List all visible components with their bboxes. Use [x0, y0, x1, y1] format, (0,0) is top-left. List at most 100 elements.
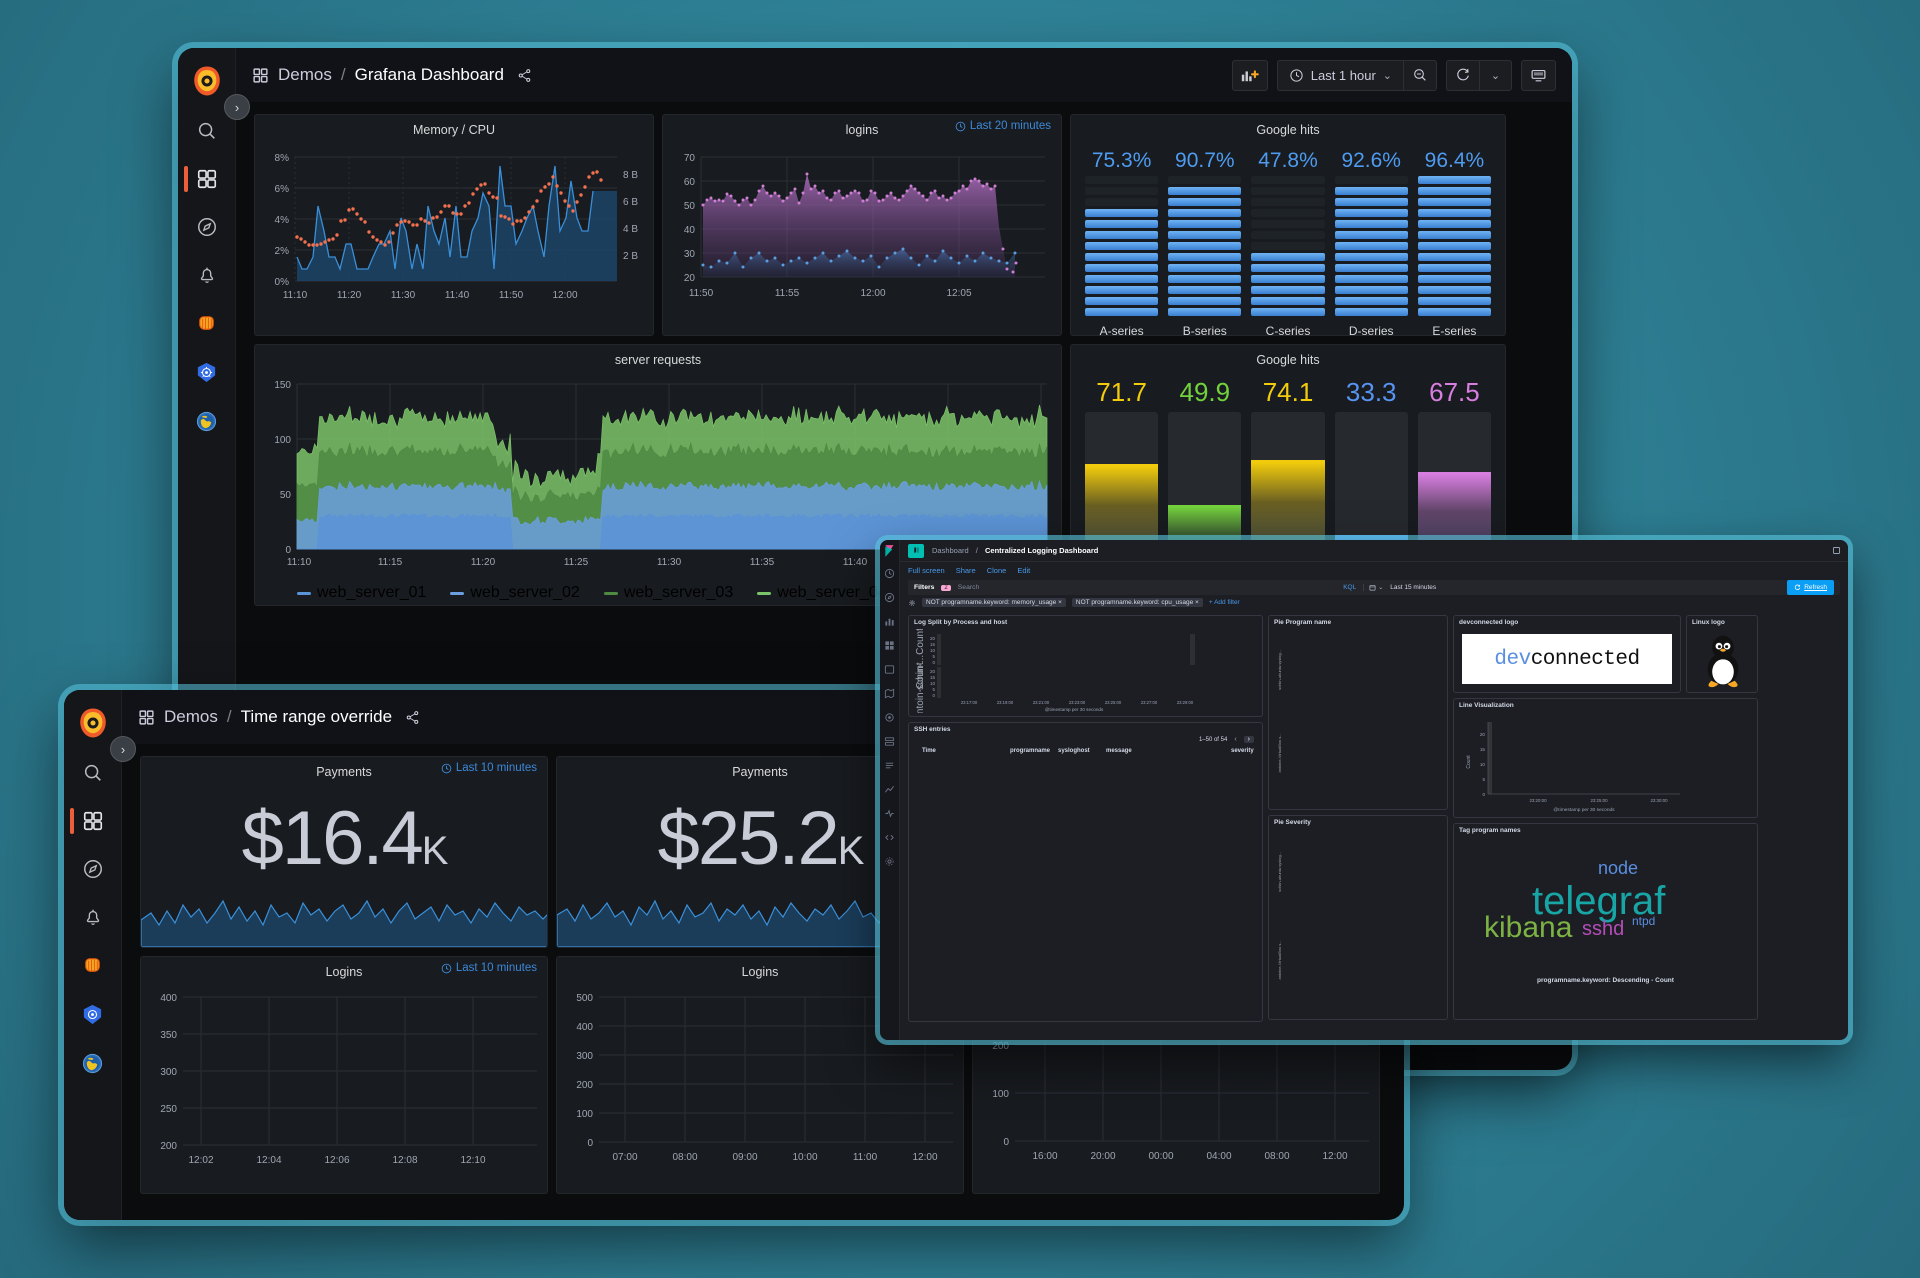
bar-gauge-cell	[1168, 253, 1242, 261]
refresh-button[interactable]	[1446, 59, 1479, 91]
discover-icon[interactable]	[884, 592, 895, 603]
kibana-panel-log-split[interactable]: Log Split by Process and host schin-...C…	[908, 615, 1263, 720]
kibana-panel-tag-cloud[interactable]: Tag program names telegraf kibana node s…	[1453, 823, 1758, 1020]
dashboard-icon[interactable]	[884, 640, 895, 651]
tv-mode-button[interactable]	[1521, 59, 1556, 91]
breadcrumb-folder[interactable]: Demos	[278, 65, 332, 85]
link-clone[interactable]: Clone	[987, 566, 1007, 575]
sidebar-item-explore[interactable]	[64, 858, 121, 880]
panel-logins[interactable]: logins Last 20 minutes 70 60 50 40 30 20	[662, 114, 1062, 336]
tag-kibana[interactable]: kibana	[1484, 913, 1572, 943]
column-header-sysloghost[interactable]: sysloghost	[1055, 746, 1103, 756]
time-range-button[interactable]: Last 1 hour ⌄	[1276, 59, 1403, 91]
query-language-button[interactable]: KQL	[1343, 584, 1356, 591]
add-panel-button[interactable]	[1231, 59, 1268, 91]
legend-item[interactable]: web_server_01	[297, 584, 426, 602]
sidebar-item-globe-plugin[interactable]	[178, 410, 235, 433]
panel-memory-cpu[interactable]: Memory / CPU 8% 6% 4% 2% 0% 8 B 6 B 4 B …	[254, 114, 654, 336]
sidebar-item-dashboards[interactable]	[64, 810, 121, 832]
column-header-severity[interactable]: severity	[1228, 746, 1262, 756]
chevron-right-icon[interactable]: ›	[1243, 736, 1254, 743]
bar-gauge-column[interactable]: 90.7% B-series	[1168, 149, 1242, 335]
sidebar-item-search[interactable]	[178, 120, 235, 142]
refresh-button[interactable]: Refresh	[1787, 580, 1834, 595]
filter-pill-label: NOT programname.keyword: memory_usage	[926, 599, 1057, 606]
sidebar-expand-button[interactable]: ›	[110, 736, 136, 762]
maximize-icon[interactable]	[1832, 546, 1841, 555]
sidebar-item-search[interactable]	[64, 762, 121, 784]
share-icon[interactable]	[517, 68, 532, 83]
logs-icon[interactable]	[884, 760, 895, 771]
breadcrumb-dashboard[interactable]: Grafana Dashboard	[355, 65, 504, 85]
search-input[interactable]: Search	[958, 584, 980, 591]
legend-item[interactable]: web_server_04	[757, 584, 887, 602]
y-tick: 0	[285, 545, 291, 556]
column-header-programname[interactable]: programname	[1007, 746, 1055, 756]
time-range-label[interactable]: Last 15 minutes	[1390, 584, 1436, 591]
breadcrumb: Demos / Grafana Dashboard	[252, 65, 532, 85]
column-header-time[interactable]: Time	[919, 746, 1007, 756]
bar-gauge-column[interactable]: 47.8% C-series	[1251, 149, 1325, 335]
close-icon[interactable]: ×	[1058, 599, 1062, 606]
apm-icon[interactable]	[884, 784, 895, 795]
visualize-icon[interactable]	[884, 616, 895, 627]
breadcrumb-dashboard[interactable]: Time range override	[241, 707, 393, 727]
sidebar-item-globe-plugin[interactable]	[64, 1052, 121, 1075]
sidebar-item-brain-plugin[interactable]	[64, 954, 121, 977]
tag-sshd[interactable]: sshd	[1582, 919, 1624, 939]
filter-pill[interactable]: NOT programname.keyword: cpu_usage ×	[1071, 598, 1203, 607]
zoom-out-button[interactable]	[1403, 59, 1437, 91]
kibana-panel-pie-program-name[interactable]: Pie Program name schkn-ubuntu:syslog... …	[1268, 615, 1448, 810]
breadcrumb-folder[interactable]: Demos	[164, 707, 218, 727]
log-split-chart: schin-...Count antoin-Count 20 15 10 5 0…	[915, 628, 1195, 720]
link-edit[interactable]: Edit	[1017, 566, 1030, 575]
chevron-left-icon[interactable]: ‹	[1231, 736, 1239, 743]
filter-settings-icon[interactable]	[908, 599, 916, 607]
ml-icon[interactable]	[884, 712, 895, 723]
column-header-message[interactable]: message	[1103, 746, 1228, 756]
link-full-screen[interactable]: Full screen	[908, 566, 945, 575]
sidebar-item-alerting[interactable]	[178, 264, 235, 286]
grafana-logo[interactable]	[76, 706, 110, 740]
kibana-logo[interactable]	[883, 544, 897, 558]
kibana-panel-devconnected-logo[interactable]: devconnected logo devconnected	[1453, 615, 1681, 693]
filters-label[interactable]: Filters	[914, 584, 934, 591]
close-icon[interactable]: ×	[1195, 599, 1199, 606]
kibana-panel-line-visualization[interactable]: Line Visualization Count 20 15 10 5 0 23…	[1453, 698, 1758, 818]
kibana-panel-linux-logo[interactable]: Linux logo	[1686, 615, 1758, 693]
refresh-interval-button[interactable]: ⌄	[1479, 59, 1512, 91]
legend-item[interactable]: web_server_02	[450, 584, 580, 602]
panel-payments-1[interactable]: Payments Last 10 minutes $16.4K	[140, 756, 548, 948]
bar-gauge-column[interactable]: 92.6% D-series	[1334, 149, 1408, 335]
sidebar-item-brain-plugin[interactable]	[178, 312, 235, 335]
maps-icon[interactable]	[884, 688, 895, 699]
panel-google-hits-bars[interactable]: Google hits 75.3% A-series 90.7% B-series 47…	[1070, 114, 1506, 336]
tag-node[interactable]: node	[1598, 859, 1638, 877]
panel-logins-1[interactable]: Logins Last 10 minutes 400 350 300 250 2…	[140, 956, 548, 1194]
link-share[interactable]: Share	[956, 566, 976, 575]
sidebar-item-kubernetes[interactable]	[64, 1003, 121, 1026]
panel-time-override-badge[interactable]: Last 10 minutes	[441, 762, 537, 774]
kibana-panel-pie-severity[interactable]: Pie Severity schkn-ubuntu:syslog... anto…	[1268, 815, 1448, 1020]
recently-viewed-icon[interactable]	[884, 568, 895, 579]
tag-ntpd[interactable]: ntpd	[1632, 915, 1655, 927]
canvas-icon[interactable]	[884, 664, 895, 675]
sidebar-expand-button[interactable]: ›	[224, 94, 250, 120]
date-picker-toggle[interactable]: ⌄	[1363, 584, 1383, 591]
panel-time-override-badge[interactable]: Last 20 minutes	[955, 120, 1051, 132]
bar-gauge-column[interactable]: 75.3% A-series	[1085, 149, 1159, 335]
infrastructure-icon[interactable]	[884, 736, 895, 747]
panel-time-override-badge[interactable]: Last 10 minutes	[441, 962, 537, 974]
grafana-logo[interactable]	[190, 64, 224, 98]
sidebar-item-dashboards[interactable]	[178, 168, 235, 190]
bar-gauge-cells	[1085, 176, 1159, 319]
sidebar-item-alerting[interactable]	[64, 906, 121, 928]
bar-gauge-column[interactable]: 96.4% E-series	[1417, 149, 1492, 335]
legend-item[interactable]: web_server_03	[603, 584, 733, 602]
filter-pill[interactable]: NOT programname.keyword: memory_usage ×	[922, 598, 1066, 607]
sidebar-item-kubernetes[interactable]	[178, 361, 235, 384]
breadcrumb-root[interactable]: Dashboard	[932, 546, 969, 555]
add-filter-button[interactable]: + Add filter	[1209, 599, 1240, 606]
sidebar-item-explore[interactable]	[178, 216, 235, 238]
share-icon[interactable]	[405, 710, 420, 725]
